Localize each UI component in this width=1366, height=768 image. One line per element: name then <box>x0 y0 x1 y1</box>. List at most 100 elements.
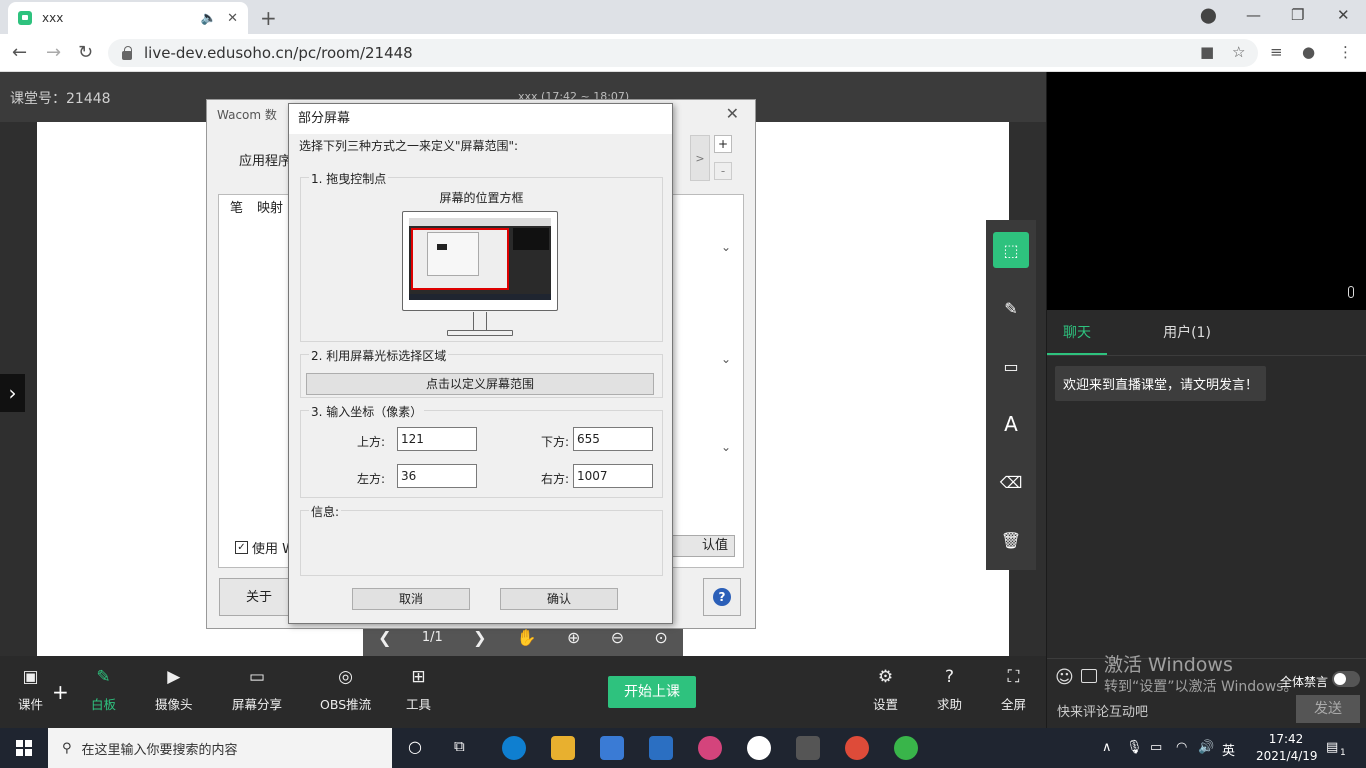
confirm-button[interactable]: 确认 <box>500 588 618 610</box>
obs-button[interactable]: ◎ OBS推流 <box>320 666 371 713</box>
default-button[interactable]: 认值 <box>669 535 735 557</box>
about-button[interactable]: 关于 <box>219 578 299 616</box>
wifi-icon[interactable]: ◠ <box>1176 740 1187 755</box>
cursor-select-group: 2. 利用屏幕光标选择区域 点击以定义屏幕范围 <box>300 347 663 398</box>
tray-mic-icon[interactable]: 🎙 <box>1126 740 1143 755</box>
screen-share-button[interactable]: ▭ 屏幕分享 <box>232 666 282 713</box>
browser-tab[interactable]: xxx 🔈 ✕ <box>8 2 248 34</box>
send-button[interactable]: 发送 <box>1296 695 1360 723</box>
mute-all-toggle[interactable] <box>1332 671 1360 687</box>
windows-start-icon[interactable] <box>16 740 32 756</box>
courseware-button[interactable]: ▣ 课件 <box>18 666 43 713</box>
taskbar-search[interactable]: ⚲ 在这里输入你要搜索的内容 <box>48 728 392 768</box>
tab-close-icon[interactable]: ✕ <box>227 11 238 26</box>
reading-list-icon[interactable]: ≡ <box>1270 43 1283 61</box>
window-close-icon[interactable]: ✕ <box>1337 6 1350 24</box>
prev-page-icon[interactable]: ❮ <box>378 628 391 647</box>
define-screen-area-button[interactable]: 点击以定义屏幕范围 <box>306 373 654 395</box>
image-icon[interactable] <box>1081 669 1097 683</box>
edge-icon[interactable] <box>502 736 526 760</box>
screen-area-dropdown-icon[interactable]: ⌄ <box>675 440 731 464</box>
use-checkbox[interactable]: ✓ 使用 W <box>235 538 295 557</box>
mail-icon[interactable] <box>649 736 673 760</box>
tab-chat[interactable]: 聊天 <box>1047 310 1107 355</box>
brush-tool-icon[interactable]: ✎ <box>993 290 1029 326</box>
bottom-toolbar: ▣ 课件 + ✎ 白板 ▶ 摄像头 ▭ 屏幕分享 ◎ OBS推流 ⊞ 工具 开始… <box>0 656 1046 728</box>
orientation-dropdown-icon[interactable]: ⌄ <box>675 352 731 376</box>
task-view-icon[interactable]: ⧉ <box>454 737 465 755</box>
tools-button[interactable]: ⊞ 工具 <box>406 666 431 713</box>
clock[interactable]: 17:42 2021/4/19 <box>1256 731 1318 765</box>
welcome-message: 欢迎来到直播课堂，请文明发言！ <box>1055 366 1267 401</box>
hand-tool-icon[interactable]: ✋ <box>517 628 537 647</box>
bookmark-star-icon[interactable]: ☆ <box>1232 43 1245 61</box>
whiteboard-button[interactable]: ✎ 白板 <box>91 666 116 713</box>
camera-blocked-icon[interactable]: ■ <box>1200 43 1214 61</box>
remove-app-button[interactable]: - <box>714 162 732 180</box>
top-input[interactable]: 121 <box>397 427 477 451</box>
eraser-tool-icon[interactable]: ⌫ <box>993 464 1029 500</box>
volume-icon[interactable]: 🔊 <box>1198 740 1214 755</box>
emoji-icon[interactable]: ☺ <box>1055 667 1074 688</box>
add-courseware-icon[interactable]: + <box>52 680 69 704</box>
rectangle-tool-icon[interactable]: ▭ <box>993 348 1029 384</box>
maximize-icon[interactable]: ❐ <box>1291 6 1304 24</box>
comment-input[interactable]: 快来评论互动吧 <box>1057 701 1148 720</box>
bottom-label: 下方: <box>540 435 569 449</box>
tab-audio-icon[interactable]: 🔈 <box>201 11 217 26</box>
bottom-input[interactable]: 655 <box>573 427 653 451</box>
store-icon[interactable] <box>600 736 624 760</box>
profile-dropdown-icon[interactable]: ⬤ <box>1200 6 1217 24</box>
zoom-out-icon[interactable]: ⊖ <box>611 628 624 647</box>
group2-label: 2. 利用屏幕光标选择区域 <box>309 347 449 364</box>
windows-taskbar: ⚲ 在这里输入你要搜索的内容 ○ ⧉ ∧ 🎙 ▭ ◠ 🔊 英 17:42 202… <box>0 728 1366 768</box>
app-scroll-right-icon[interactable]: > <box>690 135 710 181</box>
file-explorer-icon[interactable] <box>551 736 575 760</box>
fullscreen-button[interactable]: ⛶ 全屏 <box>1001 666 1026 713</box>
notification-icon[interactable]: ▤ <box>1326 740 1338 755</box>
wacom-close-icon[interactable]: ✕ <box>726 104 739 123</box>
reload-icon[interactable]: ↻ <box>78 42 93 63</box>
trash-tool-icon[interactable]: 🗑 <box>993 522 1029 558</box>
tab-title: xxx <box>42 11 64 25</box>
next-page-icon[interactable]: ❯ <box>473 628 486 647</box>
cancel-button[interactable]: 取消 <box>352 588 470 610</box>
screen-share-label: 屏幕分享 <box>232 697 283 712</box>
tab-users[interactable]: 用户(1) <box>1147 310 1227 355</box>
settings-button[interactable]: ⚙ 设置 <box>873 666 898 713</box>
camera-button[interactable]: ▶ 摄像头 <box>155 666 193 713</box>
wechat-icon[interactable] <box>894 736 918 760</box>
right-input[interactable]: 1007 <box>573 464 653 488</box>
text-tool-icon[interactable]: A <box>993 406 1029 442</box>
chrome-icon[interactable] <box>845 736 869 760</box>
new-tab-icon[interactable]: + <box>260 6 277 30</box>
select-tool-icon[interactable]: ⬚ <box>993 232 1029 268</box>
battery-icon[interactable]: ▭ <box>1150 740 1162 755</box>
left-input[interactable]: 36 <box>397 464 477 488</box>
expand-left-icon[interactable]: › <box>0 374 25 412</box>
wacom-help-button[interactable]: ? <box>703 578 741 616</box>
add-app-button[interactable]: + <box>714 135 732 153</box>
group3-label: 3. 输入坐标（像素） <box>309 403 425 420</box>
profile-avatar-icon[interactable]: ● <box>1302 43 1315 61</box>
help-button[interactable]: ? 求助 <box>937 666 962 713</box>
zoom-fit-icon[interactable]: ⊙ <box>654 628 667 647</box>
url-field[interactable]: live-dev.edusoho.cn/pc/room/21448 <box>108 39 1258 67</box>
tray-expand-icon[interactable]: ∧ <box>1102 740 1112 755</box>
cortana-icon[interactable]: ○ <box>408 737 422 756</box>
start-class-button[interactable]: 开始上课 <box>608 676 696 708</box>
minimize-icon[interactable]: — <box>1246 6 1261 24</box>
zoom-in-icon[interactable]: ⊕ <box>567 628 580 647</box>
lock-icon[interactable] <box>122 45 132 60</box>
ime-indicator[interactable]: 英 <box>1222 740 1235 759</box>
mode-dropdown-icon[interactable]: ⌄ <box>675 240 731 264</box>
back-icon[interactable]: ← <box>12 42 27 63</box>
wacom-tablet-icon[interactable] <box>796 736 820 760</box>
w-app-icon[interactable] <box>747 736 771 760</box>
tab-mapping[interactable]: 映射 <box>257 197 283 216</box>
screen-position-preview[interactable] <box>402 211 558 311</box>
tab-pen[interactable]: 笔 <box>230 197 243 216</box>
photos-app-icon[interactable] <box>698 736 722 760</box>
menu-icon[interactable]: ⋮ <box>1338 43 1353 61</box>
forward-icon[interactable]: → <box>46 42 61 63</box>
